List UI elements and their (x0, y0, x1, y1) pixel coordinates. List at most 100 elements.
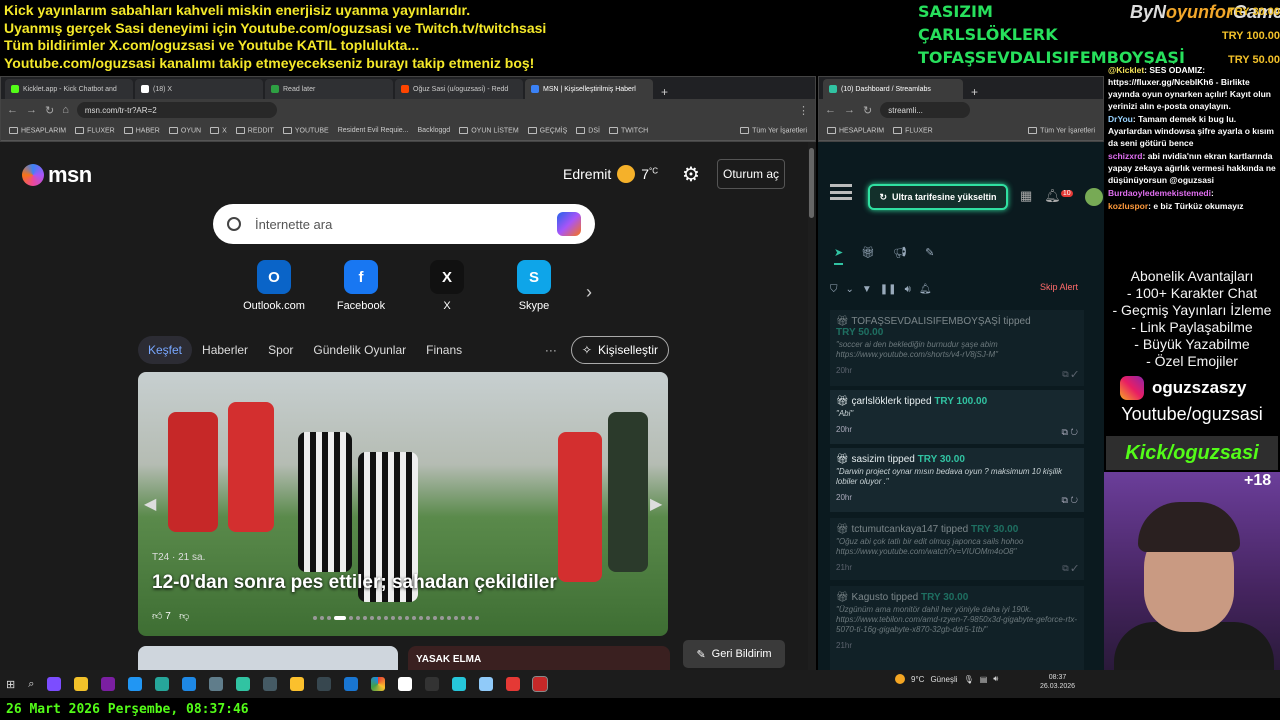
settings-gear-icon[interactable]: ⚙ (682, 162, 700, 187)
back-icon[interactable]: ← (825, 104, 836, 116)
new-tab-button[interactable]: + (661, 85, 668, 99)
tab-streamlabs[interactable]: (10) Dashboard / Streamlabs (823, 79, 963, 99)
app-icon[interactable] (398, 677, 413, 691)
bookmark-folder[interactable]: GEÇMİŞ (527, 126, 567, 134)
menu-icon[interactable] (830, 184, 852, 200)
bookmark-folder[interactable]: X (210, 126, 227, 134)
personalize-button[interactable]: ✧ Kişiselleştir (570, 336, 669, 364)
tab-finans[interactable]: Finans (416, 336, 472, 364)
news-card[interactable] (138, 646, 398, 670)
extensions-icon[interactable]: ⋮ (798, 104, 809, 117)
alert-item[interactable]: 🎁︎ sasizim tipped TRY 30.00 "Darwin proj… (830, 448, 1084, 512)
login-button[interactable]: Oturum aç (717, 159, 785, 189)
url-input[interactable]: streamli... (880, 102, 971, 118)
alert-actions[interactable]: ⧉ ↻ (1061, 495, 1078, 506)
chrome-icon[interactable] (371, 677, 386, 691)
msn-logo[interactable]: msn (22, 162, 92, 188)
tab-msn[interactable]: MSN | Kişiselleştirilmiş Haberl (525, 79, 653, 99)
forward-icon[interactable]: → (844, 104, 855, 116)
streamlabs-icon[interactable] (236, 677, 251, 691)
mic-icon[interactable]: 🎙︎ (964, 675, 974, 684)
tab-read-later[interactable]: Read later (265, 79, 393, 99)
steam-icon[interactable] (263, 677, 278, 691)
pen-icon[interactable]: ✎ (925, 246, 934, 265)
shortcut-x[interactable]: XX (412, 260, 482, 312)
reload-icon[interactable]: ↻ (863, 104, 872, 117)
bell-icon[interactable]: 🔔︎ (919, 284, 932, 295)
volume-icon[interactable]: 🔊︎ (905, 284, 911, 295)
bookmark-folder[interactable]: DSİ (576, 126, 600, 134)
carousel-next-icon[interactable]: ▶ (650, 494, 662, 514)
hero-news-card[interactable]: ◀ ▶ T24 · 21 sa. 12-0'dan sonra pes etti… (138, 372, 668, 636)
bookmark-folder[interactable]: TWITCH (608, 126, 648, 134)
filter-icon[interactable]: ▼ (862, 284, 872, 295)
shortcut-skype[interactable]: S Skype (499, 260, 569, 312)
volume-icon[interactable]: 🔊︎ (993, 674, 998, 684)
start-icon[interactable]: ⊞ (6, 678, 15, 691)
chevron-right-icon[interactable]: › (586, 282, 592, 303)
bookmark-link[interactable]: Resident Evil Requie... (338, 127, 409, 134)
all-bookmarks-folder[interactable]: Tüm Yer İşaretleri (1028, 126, 1095, 134)
apps-grid-icon[interactable]: ▦ (1020, 188, 1032, 206)
skip-alert-button[interactable]: Skip Alert (1040, 282, 1078, 292)
search-input[interactable]: İnternette ara (255, 217, 332, 232)
vivaldi-icon[interactable] (506, 677, 521, 691)
send-icon[interactable]: ➤ (834, 246, 844, 265)
alert-actions[interactable]: ⧉ ✓ (1062, 369, 1078, 380)
gift-icon[interactable]: 🎁︎ (861, 246, 875, 265)
search-icon[interactable]: ⌕ (28, 678, 34, 691)
back-icon[interactable]: ← (7, 104, 18, 116)
alert-actions[interactable]: ⧉ ↻ (1061, 427, 1078, 438)
shield-icon[interactable]: ⛉ (830, 284, 838, 295)
tab-gundelik-oyunlar[interactable]: Gündelik Oyunlar (303, 336, 416, 364)
alert-item[interactable]: 🎁︎ TOFAŞSEVDALISIFEMBOYŞAŞİ tipped TRY 5… (830, 310, 1084, 386)
weather-widget[interactable]: Edremit 7°C (563, 165, 658, 183)
carousel-prev-icon[interactable]: ◀ (144, 494, 156, 514)
bell-icon[interactable]: 🔔︎ 10 (1044, 188, 1073, 206)
folder-icon[interactable] (74, 677, 89, 691)
hero-title[interactable]: 12-0'dan sonra pes ettiler; sahadan çeki… (152, 572, 557, 594)
tab-haberler[interactable]: Haberler (192, 336, 258, 364)
home-icon[interactable]: ⌂ (62, 104, 69, 116)
music-icon[interactable] (425, 677, 440, 691)
bookmark-folder[interactable]: HESAPLARIM (827, 126, 884, 134)
more-categories-button[interactable]: ··· (545, 343, 557, 357)
pen-app-icon[interactable] (47, 677, 62, 691)
pause-icon[interactable]: ❚❚ (880, 284, 897, 295)
app-icon[interactable] (344, 677, 359, 691)
bookmark-folder[interactable]: HESAPLARIM (9, 126, 66, 134)
snip-icon[interactable] (128, 677, 143, 691)
bookmark-folder[interactable]: YOUTUBE (282, 126, 329, 134)
browser-icon[interactable] (182, 677, 197, 691)
tab-kesfet[interactable]: Keşfet (138, 336, 193, 364)
alert-actions[interactable]: ⧉ ✓ (1062, 563, 1078, 574)
new-tab-button[interactable]: + (971, 85, 978, 99)
alert-item[interactable]: 🎁︎ tctumutcankaya147 tipped TRY 30.00 "O… (830, 518, 1084, 580)
obs-icon[interactable] (317, 677, 332, 691)
copilot-icon[interactable] (557, 212, 581, 236)
bookmark-folder[interactable]: HABER (123, 126, 160, 134)
bookmark-folder[interactable]: FLUXER (75, 126, 115, 134)
url-input[interactable]: msn.com/tr-tr?AR=2 (76, 102, 277, 118)
tab-kicklet[interactable]: Kicklet.app - Kick Chatbot and (5, 79, 133, 99)
tab-spor[interactable]: Spor (258, 336, 303, 364)
alert-item[interactable]: 🎁︎ çarlslöklerk tipped TRY 100.00 "Abi" … (830, 390, 1084, 444)
network-icon[interactable]: ▤ (980, 675, 988, 684)
upgrade-button[interactable]: ↻ Ultra tarifesine yükseltin (868, 184, 1008, 210)
thumbs-down-icon[interactable]: 👎︎ (179, 611, 189, 622)
bookmark-link[interactable]: Backloggd (418, 127, 451, 134)
thumbs-up-icon[interactable]: 👍︎ (152, 611, 162, 622)
app-icon[interactable] (452, 677, 467, 691)
msn-scrollbar[interactable] (808, 142, 816, 670)
tab-reddit[interactable]: Oğuz Sasi (u/oguzsasi) - Redd (395, 79, 523, 99)
bookmark-folder[interactable]: FLUXER (893, 126, 933, 134)
notes-icon[interactable] (290, 677, 305, 691)
shortcut-outlook[interactable]: O Outlook.com (239, 260, 309, 312)
alert-item[interactable]: 🎁︎ Kagusto tipped TRY 30.00 "Üzgünüm ama… (830, 586, 1084, 670)
app-icon[interactable] (479, 677, 494, 691)
avatar[interactable] (1084, 188, 1103, 206)
news-card[interactable]: YASAK ELMA (408, 646, 670, 670)
recording-app-icon[interactable] (532, 676, 549, 692)
megaphone-icon[interactable]: 📢︎ (893, 246, 907, 265)
onenote-icon[interactable] (101, 677, 116, 691)
